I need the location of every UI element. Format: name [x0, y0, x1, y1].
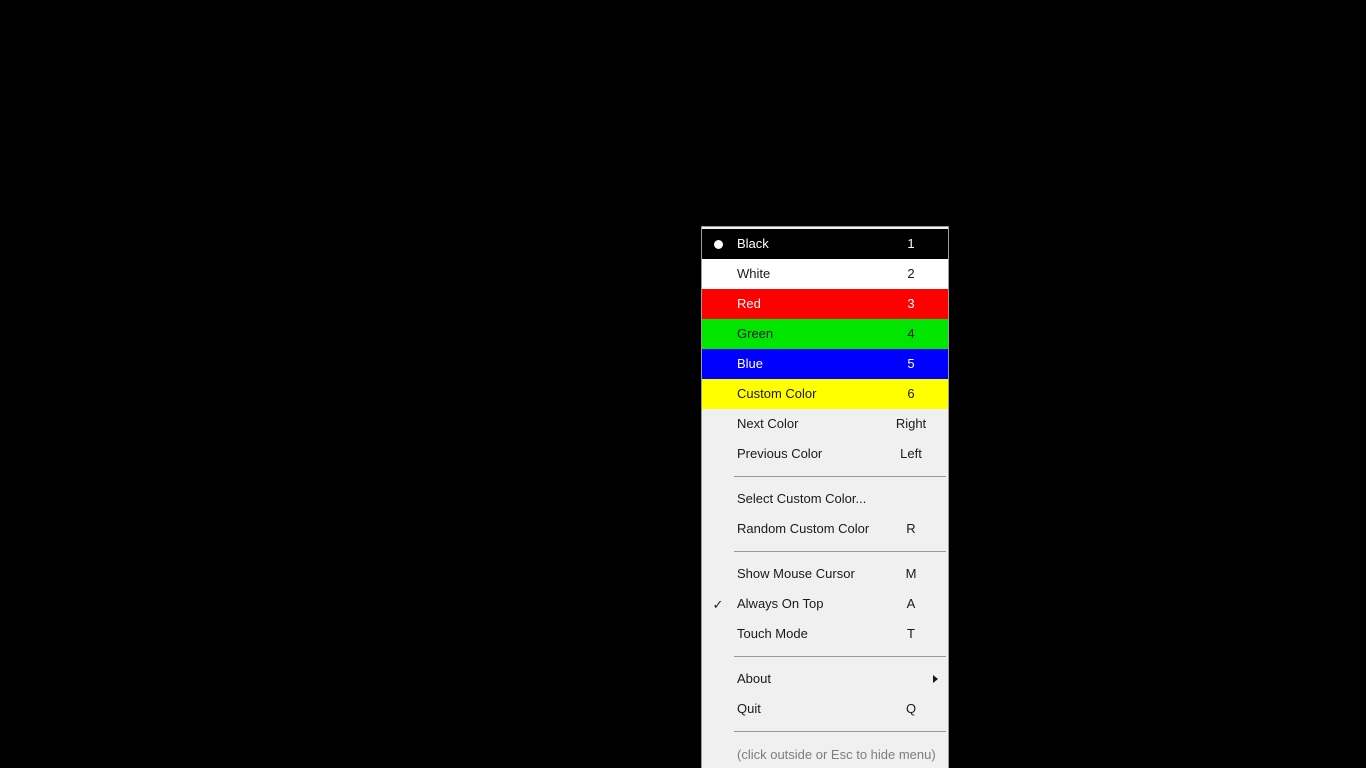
- color-context-menu: Black 1 White 2 Red 3 Green 4 Blue 5 Cus…: [701, 226, 949, 768]
- custom-color-section: Select Custom Color... Random Custom Col…: [702, 484, 948, 544]
- menu-item-label: Previous Color: [737, 446, 823, 461]
- menu-item-shortcut: 2: [907, 266, 915, 281]
- menu-item-gutter: [702, 289, 734, 319]
- menu-item-select-custom-color[interactable]: Select Custom Color...: [702, 484, 948, 514]
- menu-item-shortcut: Left: [900, 446, 922, 461]
- checkmark-icon: ✓: [712, 596, 724, 612]
- menu-item-next-color[interactable]: Next Color Right: [702, 409, 948, 439]
- menu-item-show-mouse-cursor[interactable]: Show Mouse Cursor M: [702, 559, 948, 589]
- menu-separator: [734, 656, 946, 657]
- menu-item-always-on-top[interactable]: ✓ Always On Top A: [702, 589, 948, 619]
- menu-item-gutter: [702, 319, 734, 349]
- menu-item-shortcut: M: [905, 566, 917, 581]
- menu-item-label: Touch Mode: [737, 626, 808, 641]
- menu-item-gutter: [702, 514, 734, 544]
- selected-radio-indicator: [702, 229, 734, 259]
- menu-item-label: White: [737, 266, 771, 281]
- menu-item-touch-mode[interactable]: Touch Mode T: [702, 619, 948, 649]
- menu-item-shortcut: Q: [905, 701, 917, 716]
- menu-item-previous-color[interactable]: Previous Color Left: [702, 439, 948, 469]
- menu-item-random-custom-color[interactable]: Random Custom Color R: [702, 514, 948, 544]
- desktop-background: Black 1 White 2 Red 3 Green 4 Blue 5 Cus…: [0, 0, 1366, 768]
- menu-item-label: Custom Color: [737, 386, 817, 401]
- menu-item-gutter: [702, 379, 734, 409]
- menu-separator: [734, 476, 946, 477]
- menu-item-gutter: [702, 259, 734, 289]
- menu-item-label: Red: [737, 296, 761, 311]
- menu-item-gutter: [702, 559, 734, 589]
- menu-item-label: Show Mouse Cursor: [737, 566, 855, 581]
- menu-item-red[interactable]: Red 3: [702, 289, 948, 319]
- menu-item-white[interactable]: White 2: [702, 259, 948, 289]
- color-navigation-section: Next Color Right Previous Color Left: [702, 409, 948, 469]
- menu-item-label: Random Custom Color: [737, 521, 870, 536]
- menu-item-custom-color[interactable]: Custom Color 6: [702, 379, 948, 409]
- app-section: About Quit Q: [702, 664, 948, 724]
- radio-dot-icon: [713, 239, 723, 249]
- menu-item-gutter: [702, 349, 734, 379]
- menu-item-gutter: [702, 409, 734, 439]
- menu-item-label: Black: [737, 236, 769, 251]
- menu-item-green[interactable]: Green 4: [702, 319, 948, 349]
- menu-separator: [734, 551, 946, 552]
- menu-item-shortcut: T: [907, 626, 915, 641]
- menu-item-label: Quit: [737, 701, 761, 716]
- menu-item-about[interactable]: About: [702, 664, 948, 694]
- menu-item-label: Green: [737, 326, 774, 341]
- menu-item-gutter: [702, 484, 734, 514]
- menu-item-label: Blue: [737, 356, 764, 371]
- menu-item-label: Select Custom Color...: [737, 491, 867, 506]
- menu-item-shortcut: Right: [895, 416, 927, 431]
- menu-item-shortcut: 5: [907, 356, 915, 371]
- menu-item-gutter: [702, 694, 734, 724]
- menu-item-shortcut: A: [906, 596, 916, 611]
- menu-item-blue[interactable]: Blue 5: [702, 349, 948, 379]
- menu-item-gutter: [702, 664, 734, 694]
- chevron-right-icon: [933, 675, 938, 683]
- menu-item-shortcut: 6: [907, 386, 915, 401]
- menu-item-gutter: [702, 619, 734, 649]
- menu-hint-text: (click outside or Esc to hide menu): [737, 746, 936, 762]
- menu-item-label: About: [737, 671, 771, 686]
- menu-item-shortcut: R: [906, 521, 916, 536]
- menu-item-label: Always On Top: [737, 596, 824, 611]
- menu-item-gutter: [702, 439, 734, 469]
- menu-item-black[interactable]: Black 1: [702, 229, 948, 259]
- menu-item-shortcut: 1: [907, 236, 915, 251]
- checked-indicator: ✓: [702, 589, 734, 619]
- color-presets-section: Black 1 White 2 Red 3 Green 4 Blue 5 Cus…: [702, 229, 948, 409]
- menu-item-shortcut: 3: [907, 296, 915, 311]
- menu-item-quit[interactable]: Quit Q: [702, 694, 948, 724]
- menu-item-shortcut: 4: [907, 326, 915, 341]
- toggles-section: Show Mouse Cursor M ✓ Always On Top A To…: [702, 559, 948, 649]
- menu-item-label: Next Color: [737, 416, 799, 431]
- menu-separator: [734, 731, 946, 732]
